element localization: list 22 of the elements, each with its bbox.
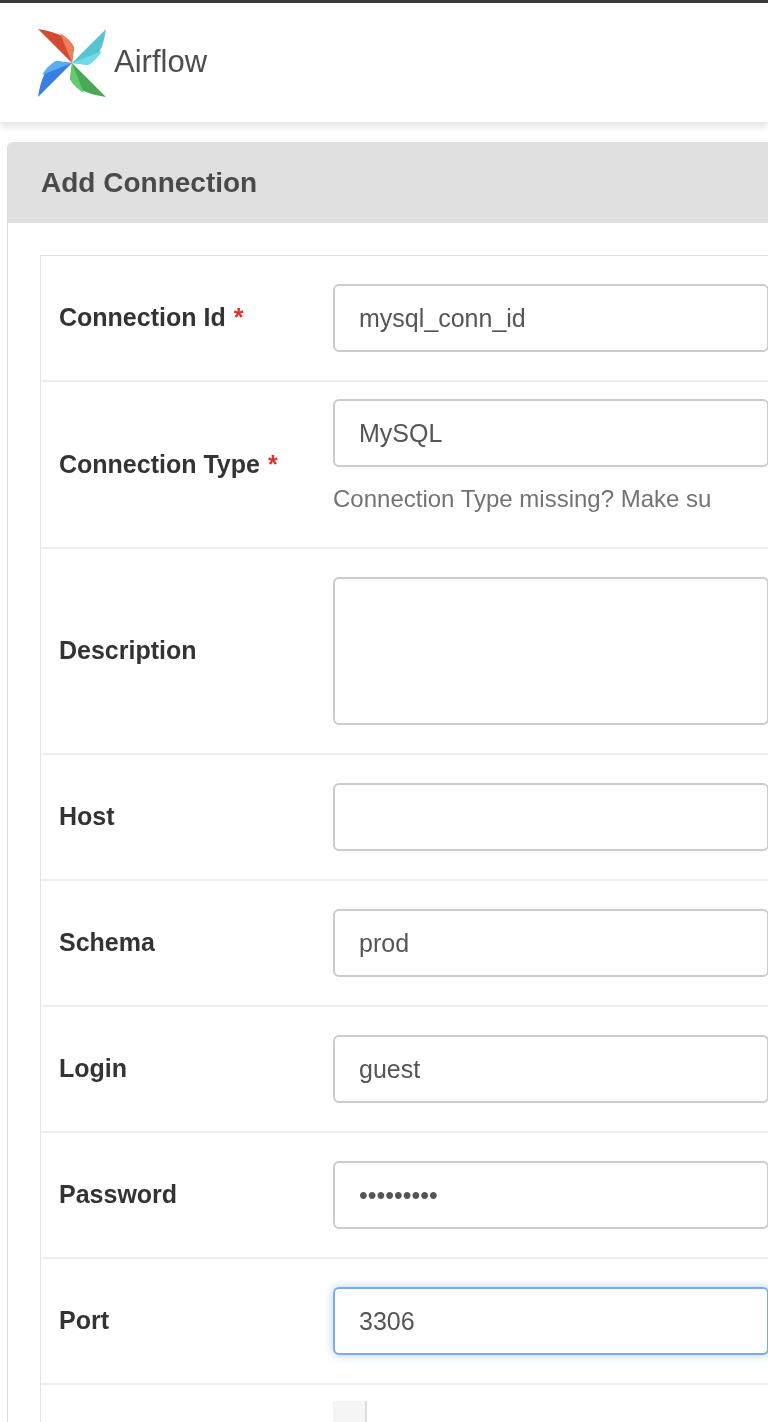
- field-label: Connection Type: [59, 448, 260, 480]
- help-text: Connection Type missing? Make su: [333, 484, 713, 514]
- input-field[interactable]: mysql_conn_id: [333, 284, 768, 352]
- field-label: Description: [59, 635, 197, 667]
- panel-title: Add Connection: [41, 166, 258, 200]
- input-field[interactable]: 3306: [333, 1287, 768, 1355]
- field-label: Schema: [59, 927, 155, 959]
- input-field[interactable]: guest: [333, 1035, 768, 1103]
- input-field[interactable]: [333, 783, 768, 851]
- pinwheel-logo-icon[interactable]: [36, 26, 108, 99]
- input-field[interactable]: •••••••••: [333, 1161, 768, 1229]
- brand-name[interactable]: Airflow: [114, 39, 207, 86]
- input-field[interactable]: prod: [333, 909, 768, 977]
- field-label: Password: [59, 1179, 178, 1211]
- field-label: Connection Id: [59, 302, 226, 334]
- required-mark: *: [267, 448, 278, 480]
- input-field[interactable]: MySQL: [333, 399, 768, 467]
- field-label: Port: [59, 1305, 109, 1337]
- text-area[interactable]: [333, 577, 768, 725]
- required-mark: *: [233, 302, 244, 334]
- field-label: Login: [59, 1053, 128, 1085]
- field-label: Host: [59, 801, 115, 833]
